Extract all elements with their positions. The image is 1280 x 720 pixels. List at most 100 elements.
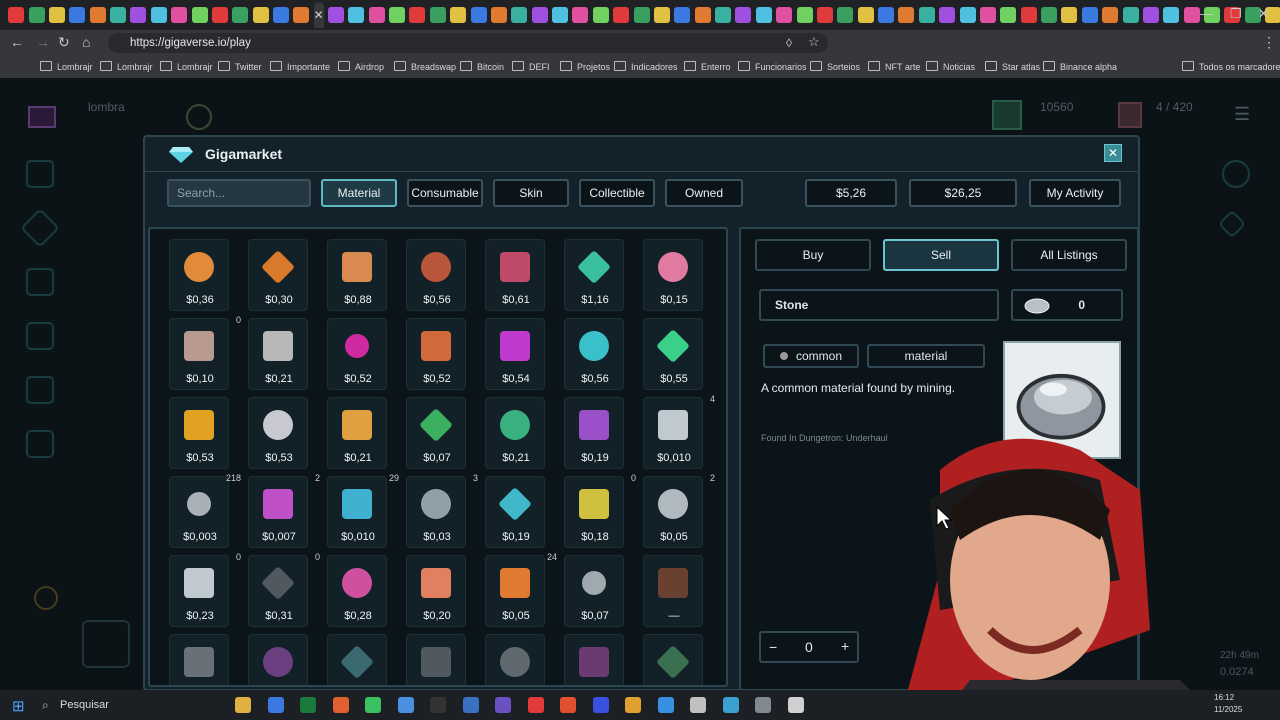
bookmark-item[interactable]: Importante bbox=[270, 61, 330, 72]
taskbar-app-icon[interactable] bbox=[787, 697, 804, 713]
browser-tab[interactable] bbox=[450, 7, 467, 23]
browser-tab[interactable] bbox=[939, 7, 956, 23]
bookmark-star-icon[interactable]: ☆ bbox=[808, 34, 820, 50]
browser-tab[interactable] bbox=[572, 7, 589, 23]
bookmark-item[interactable]: Lombrajr bbox=[160, 61, 213, 72]
browser-tab[interactable] bbox=[613, 7, 630, 23]
maximize-icon[interactable]: ❐ bbox=[1230, 6, 1242, 22]
taskbar-app-icon[interactable] bbox=[495, 697, 511, 713]
market-item[interactable]: $0,15 bbox=[643, 239, 703, 311]
taskbar-app-icon[interactable] bbox=[300, 697, 316, 713]
side-icon-chat[interactable] bbox=[1222, 160, 1250, 188]
market-item[interactable]: $0,53 bbox=[169, 397, 229, 469]
browser-tab[interactable] bbox=[715, 7, 731, 23]
bookmark-item[interactable]: Breadswap bbox=[394, 61, 456, 72]
market-item[interactable]: $0,52 bbox=[327, 318, 387, 390]
back-icon[interactable]: ← bbox=[10, 34, 24, 50]
market-item[interactable] bbox=[327, 634, 387, 685]
browser-tab[interactable] bbox=[552, 7, 568, 23]
taskbar-app-icon[interactable] bbox=[332, 697, 349, 713]
browser-tab[interactable] bbox=[776, 7, 793, 23]
market-item[interactable]: $0,20 bbox=[406, 555, 466, 627]
bookmark-item[interactable]: Lombrajr bbox=[100, 61, 153, 72]
browser-tab[interactable] bbox=[28, 7, 45, 23]
market-item[interactable] bbox=[643, 634, 703, 685]
market-item[interactable]: $0,07 bbox=[406, 397, 466, 469]
market-item[interactable]: $0,10 0 bbox=[169, 315, 241, 390]
browser-tab[interactable] bbox=[653, 7, 670, 23]
url-field[interactable]: https://gigaverse.io/play bbox=[108, 33, 828, 53]
minimize-icon[interactable]: — bbox=[1200, 6, 1213, 21]
ally-icon[interactable] bbox=[186, 104, 212, 130]
taskbar-app-icon[interactable] bbox=[560, 697, 576, 713]
market-item[interactable]: $0,23 0 bbox=[169, 552, 241, 627]
browser-tab[interactable] bbox=[1163, 7, 1180, 23]
market-item[interactable] bbox=[169, 634, 229, 685]
tab-sell[interactable]: Sell bbox=[883, 239, 999, 271]
side-icon-hand[interactable] bbox=[26, 322, 54, 350]
browser-tab[interactable] bbox=[1142, 7, 1159, 23]
browser-tab[interactable] bbox=[368, 7, 385, 23]
filter-material[interactable]: Material bbox=[321, 179, 397, 207]
browser-tab[interactable] bbox=[89, 7, 106, 23]
taskbar-app-icon[interactable] bbox=[690, 697, 706, 713]
bookmark-item[interactable]: Binance alpha bbox=[1043, 61, 1117, 72]
bookmark-item[interactable]: Enterro bbox=[684, 61, 731, 72]
market-item[interactable]: $0,54 bbox=[485, 318, 545, 390]
market-item[interactable]: $0,03 3 bbox=[406, 473, 478, 548]
taskbar-app-icon[interactable] bbox=[365, 697, 381, 713]
browser-tab[interactable] bbox=[110, 7, 127, 23]
side-icon-gem[interactable] bbox=[20, 208, 60, 248]
bookmark-item[interactable]: Lombrajr bbox=[40, 61, 93, 72]
bookmark-item[interactable]: Indicadores bbox=[614, 61, 678, 72]
browser-tab[interactable] bbox=[531, 7, 548, 23]
mute-icon[interactable]: ◊ bbox=[786, 36, 792, 50]
browser-tab[interactable] bbox=[918, 7, 935, 23]
active-tab[interactable]: ✕ bbox=[313, 2, 324, 28]
bookmark-item[interactable]: Twitter bbox=[218, 61, 262, 72]
taskbar-app-icon[interactable] bbox=[527, 697, 544, 713]
side-icon-portal[interactable] bbox=[26, 430, 54, 458]
taskbar-app-icon[interactable] bbox=[462, 697, 479, 713]
taskbar-app-icon[interactable] bbox=[755, 697, 771, 713]
menu-dots-icon[interactable]: ⋮ bbox=[1262, 34, 1276, 51]
browser-tab[interactable] bbox=[511, 7, 528, 23]
browser-tab[interactable] bbox=[389, 7, 405, 23]
market-item[interactable]: $0,53 bbox=[248, 397, 308, 469]
side-icon-controller[interactable] bbox=[26, 376, 54, 404]
browser-tab[interactable] bbox=[674, 7, 691, 23]
browser-tab[interactable] bbox=[8, 7, 25, 23]
bookmark-item[interactable]: Bitcoin bbox=[460, 61, 504, 72]
market-item[interactable]: $0,21 bbox=[485, 397, 545, 469]
close-tab-icon[interactable]: ✕ bbox=[314, 8, 324, 22]
taskbar-app-icon[interactable] bbox=[397, 697, 414, 713]
filter-skin[interactable]: Skin bbox=[493, 179, 569, 207]
bookmark-item[interactable]: DEFI bbox=[512, 61, 550, 72]
browser-tab[interactable] bbox=[150, 7, 167, 23]
taskbar-app-icon[interactable] bbox=[657, 697, 674, 713]
taskbar-app-icon[interactable] bbox=[625, 697, 641, 713]
taskbar-search[interactable]: Pesquisar bbox=[60, 699, 109, 711]
side-icon-map[interactable] bbox=[26, 268, 54, 296]
market-item[interactable] bbox=[406, 634, 466, 685]
market-item[interactable]: $0,28 bbox=[327, 555, 387, 627]
browser-tab[interactable] bbox=[252, 7, 269, 23]
browser-tab[interactable] bbox=[191, 7, 208, 23]
market-item[interactable]: $0,010 29 bbox=[327, 473, 399, 548]
tab-all-listings[interactable]: All Listings bbox=[1011, 239, 1127, 271]
market-item[interactable] bbox=[485, 634, 545, 685]
all-bookmarks-link[interactable]: Todos os marcadores bbox=[1182, 61, 1280, 72]
browser-tab[interactable] bbox=[796, 7, 813, 23]
browser-tab[interactable] bbox=[232, 7, 249, 23]
market-item[interactable]: $0,18 0 bbox=[564, 473, 636, 548]
taskbar-app-icon[interactable] bbox=[267, 697, 284, 713]
player-avatar[interactable] bbox=[28, 106, 56, 128]
decrement-button[interactable]: − bbox=[769, 639, 777, 655]
market-item[interactable]: $0,07 bbox=[564, 555, 624, 627]
filter-owned[interactable]: Owned bbox=[665, 179, 743, 207]
browser-tab[interactable] bbox=[633, 7, 650, 23]
side-icon-heart[interactable] bbox=[1217, 209, 1247, 239]
browser-tab[interactable] bbox=[816, 7, 833, 23]
market-item[interactable]: $0,007 2 bbox=[248, 473, 320, 548]
hamburger-menu-icon[interactable]: ☰ bbox=[1234, 104, 1250, 125]
